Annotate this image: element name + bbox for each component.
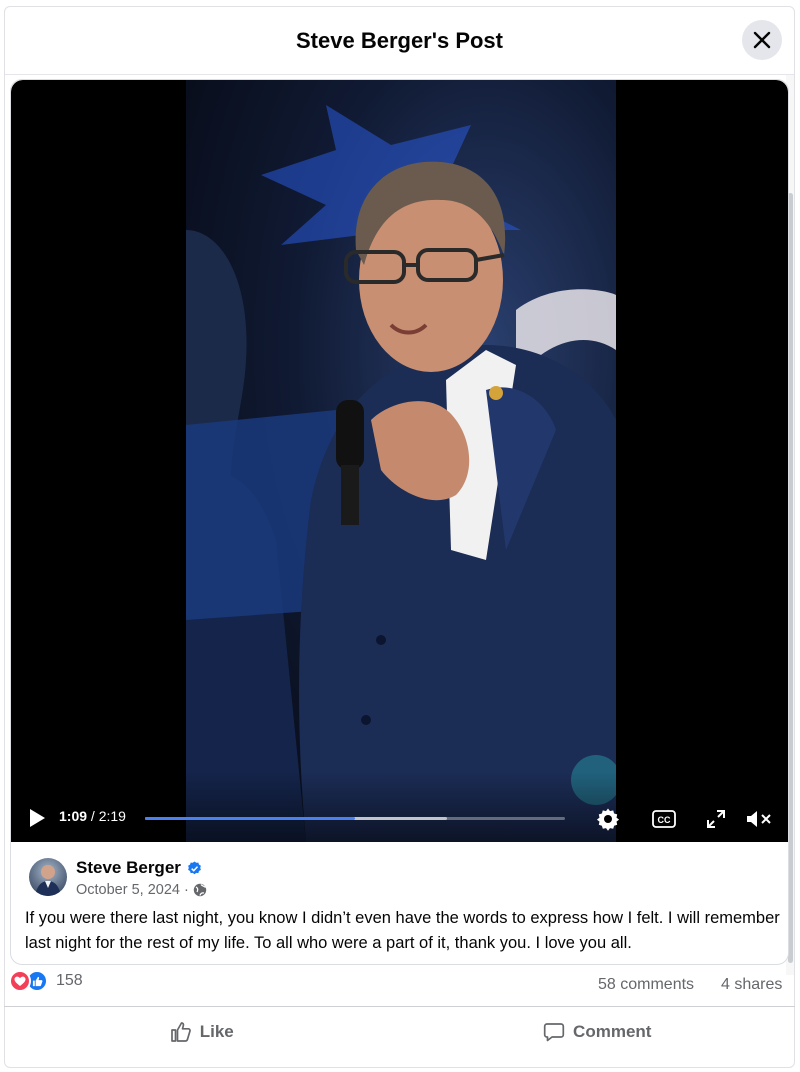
- speaker-image: [186, 105, 616, 842]
- meta-separator: ·: [184, 882, 189, 898]
- author-name-row: Steve Berger: [76, 858, 202, 878]
- video-frame: [186, 80, 616, 842]
- avatar[interactable]: [29, 858, 67, 896]
- duration: / 2:19: [90, 808, 126, 824]
- verified-badge-icon: [188, 860, 201, 874]
- play-icon: [30, 809, 45, 827]
- post-body: Steve Berger October 5, 2024 · If you we…: [11, 842, 788, 964]
- comment-label: Comment: [573, 1021, 652, 1041]
- captions-label: CC: [658, 815, 671, 825]
- author-name[interactable]: Steve Berger: [76, 858, 181, 878]
- post-stats: 158 58 comments 4 shares: [0, 966, 800, 996]
- like-button[interactable]: Like: [4, 1007, 400, 1056]
- thumbs-up-icon: [170, 1021, 191, 1042]
- post-text: If you were there last night, you know I…: [25, 909, 780, 952]
- shares-count[interactable]: 4 shares: [721, 976, 782, 994]
- post-meta: October 5, 2024 ·: [76, 882, 207, 898]
- fullscreen-button[interactable]: [703, 806, 729, 832]
- settings-icon: [596, 808, 620, 831]
- comment-button[interactable]: Comment: [400, 1007, 796, 1056]
- video-player[interactable]: 1:09 / 2:19 CC: [11, 80, 788, 842]
- captions-icon: CC: [652, 810, 676, 828]
- globe-icon: [193, 883, 207, 897]
- current-time: 1:09: [59, 808, 88, 824]
- dialog-title: Steve Berger's Post: [296, 27, 503, 53]
- like-label: Like: [199, 1021, 234, 1041]
- comments-count[interactable]: 58 comments: [598, 976, 694, 994]
- close-icon: [753, 31, 771, 49]
- reaction-count: 158: [56, 972, 83, 989]
- seek-bar[interactable]: [145, 817, 565, 820]
- avatar-image: [35, 865, 61, 896]
- settings-button[interactable]: [595, 806, 621, 832]
- comment-icon: [543, 1022, 565, 1041]
- time-display: 1:09 / 2:19: [59, 808, 126, 824]
- seek-played: [145, 817, 355, 820]
- love-reaction-icon: [9, 970, 31, 992]
- post-date[interactable]: October 5, 2024: [76, 882, 180, 898]
- post-actions: Like Comment: [4, 1006, 795, 1056]
- play-button[interactable]: [25, 806, 49, 830]
- reactions-summary[interactable]: 158: [9, 970, 83, 992]
- video-controls: 1:09 / 2:19 CC: [11, 798, 788, 838]
- close-button[interactable]: [742, 20, 782, 60]
- captions-button[interactable]: CC: [651, 806, 677, 832]
- muted-volume-icon: [747, 811, 771, 827]
- dialog-header: Steve Berger's Post: [5, 7, 794, 75]
- post-card: 1:09 / 2:19 CC Steve Berger October 5, 2…: [10, 79, 789, 965]
- fullscreen-icon: [707, 810, 725, 828]
- mute-button[interactable]: [744, 806, 774, 832]
- post-dialog: Steve Berger's Post 1:09 / 2:19 CC Steve…: [4, 6, 795, 1068]
